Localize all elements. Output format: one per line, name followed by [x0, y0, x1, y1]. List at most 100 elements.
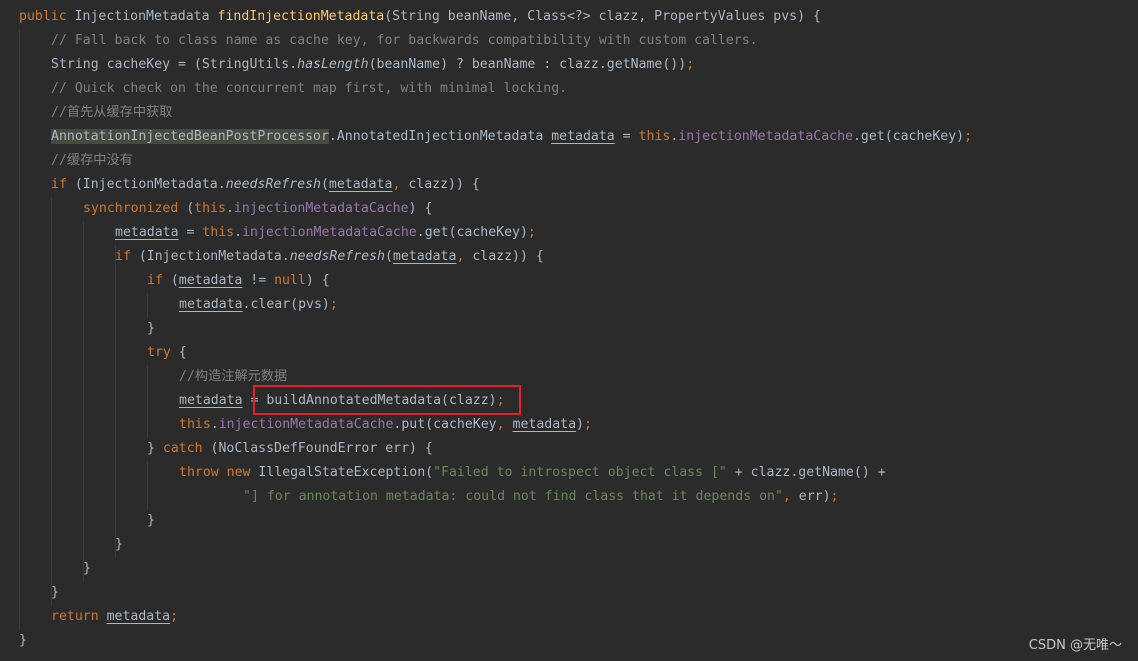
code-token: =: [178, 225, 203, 240]
indent-guide-line: [19, 29, 20, 629]
code-token: injectionMetadataCache: [218, 417, 394, 432]
code-token: ;: [583, 417, 592, 432]
code-token: if: [147, 273, 171, 288]
code-token: ) {: [408, 201, 433, 216]
code-token: }: [115, 537, 123, 552]
code-token: ): [576, 417, 584, 432]
code-token: ;: [170, 609, 179, 624]
code-line[interactable]: // Quick check on the concurrent map fir…: [51, 77, 567, 101]
code-token: (: [320, 177, 329, 192]
code-token: synchronized: [83, 201, 187, 216]
code-token: String cacheKey = (StringUtils.: [51, 57, 298, 72]
code-token: ;: [964, 129, 973, 144]
code-line[interactable]: public InjectionMetadata findInjectionMe…: [19, 5, 821, 29]
code-token: injectionMetadataCache: [242, 225, 417, 240]
code-token: }: [147, 321, 155, 336]
code-line[interactable]: } catch (NoClassDefFoundError err) {: [147, 437, 433, 461]
code-token: metadata: [179, 297, 243, 312]
code-token: (beanName) ? beanName : clazz.getName()): [368, 57, 687, 72]
code-line[interactable]: try {: [147, 341, 187, 365]
code-token: ,: [496, 417, 513, 432]
code-token: metadata: [106, 609, 171, 624]
code-token: needsRefresh: [289, 249, 385, 264]
code-token: AnnotationInjectedBeanPostProcessor: [51, 129, 329, 144]
code-token: if: [115, 249, 139, 264]
code-token: + clazz.getName() +: [726, 465, 886, 480]
code-line[interactable]: }: [147, 509, 155, 533]
indent-guide-line: [51, 197, 52, 605]
code-line[interactable]: throw new IllegalStateException("Failed …: [179, 461, 886, 485]
code-token: err): [798, 489, 831, 504]
code-token: return: [51, 609, 107, 624]
code-token: injectionMetadataCache: [678, 129, 853, 144]
code-token: .: [234, 225, 243, 240]
code-line[interactable]: // Fall back to class name as cache key,…: [51, 29, 758, 53]
code-line[interactable]: if (metadata != null) {: [147, 269, 330, 293]
code-token: !=: [242, 273, 275, 288]
code-line[interactable]: }: [19, 629, 27, 653]
code-token: this: [638, 129, 671, 144]
code-token: (InjectionMetadata.: [74, 177, 226, 192]
code-token: (: [384, 249, 393, 264]
watermark: CSDN @无唯～: [1028, 638, 1122, 653]
code-line[interactable]: }: [51, 581, 59, 605]
code-line[interactable]: //首先从缓存中获取: [51, 101, 172, 125]
code-token: "Failed to introspect object class [": [433, 465, 727, 480]
code-line[interactable]: this.injectionMetadataCache.put(cacheKey…: [179, 413, 592, 437]
code-token: IllegalStateException(: [258, 465, 434, 480]
indent-guide-line: [115, 245, 116, 557]
code-line[interactable]: if (InjectionMetadata.needsRefresh(metad…: [115, 245, 544, 269]
code-token: }: [147, 513, 155, 528]
code-token: metadata: [512, 417, 577, 432]
code-token: .: [225, 201, 234, 216]
code-token: metadata: [392, 249, 457, 264]
code-token: .get(cacheKey): [416, 225, 528, 240]
code-line[interactable]: }: [115, 533, 123, 557]
code-token: .clear(pvs): [242, 297, 330, 312]
code-token: findInjectionMetadata: [217, 9, 385, 24]
code-line[interactable]: AnnotationInjectedBeanPostProcessor.Anno…: [51, 125, 972, 149]
code-token: public: [19, 9, 75, 24]
code-line[interactable]: "] for annotation metadata: could not fi…: [243, 485, 839, 509]
code-token: metadata: [551, 129, 615, 144]
code-token: //首先从缓存中获取: [51, 105, 173, 120]
code-token: (: [186, 201, 195, 216]
code-line[interactable]: if (InjectionMetadata.needsRefresh(metad…: [51, 173, 480, 197]
code-token: clazz)) {: [472, 249, 544, 264]
code-token: ,: [392, 177, 409, 192]
code-token: .: [210, 417, 219, 432]
indent-guide-line: [83, 221, 84, 581]
code-token: // Fall back to class name as cache key,…: [51, 33, 758, 48]
code-token: .put(cacheKey: [393, 417, 497, 432]
code-token: metadata: [179, 393, 243, 408]
code-token: if: [51, 177, 75, 192]
code-line[interactable]: }: [147, 317, 155, 341]
code-token: .AnnotatedInjectionMetadata: [328, 129, 552, 144]
code-line[interactable]: return metadata;: [51, 605, 178, 629]
code-token: clazz)) {: [408, 177, 480, 192]
code-token: metadata: [115, 225, 179, 240]
code-line[interactable]: synchronized (this.injectionMetadataCach…: [83, 197, 432, 221]
code-token: needsRefresh: [225, 177, 321, 192]
code-line[interactable]: //缓存中没有: [51, 149, 133, 173]
code-token: (NoClassDefFoundError err) {: [210, 441, 433, 456]
code-token: InjectionMetadata: [74, 9, 218, 24]
code-token: this: [202, 225, 235, 240]
code-line[interactable]: metadata.clear(pvs);: [179, 293, 338, 317]
code-token: {: [178, 345, 187, 360]
code-token: try: [147, 345, 179, 360]
code-token: //缓存中没有: [51, 153, 133, 168]
code-line[interactable]: String cacheKey = (StringUtils.hasLength…: [51, 53, 694, 77]
code-token: ) {: [305, 273, 330, 288]
code-token: (InjectionMetadata.: [138, 249, 290, 264]
code-editor[interactable]: public InjectionMetadata findInjectionMe…: [0, 0, 1138, 661]
code-token: .get(cacheKey): [852, 129, 965, 144]
code-token: ;: [527, 225, 536, 240]
code-line[interactable]: metadata = this.injectionMetadataCache.g…: [115, 221, 536, 245]
code-token: ;: [830, 489, 839, 504]
code-token: injectionMetadataCache: [233, 201, 409, 216]
code-token: metadata: [328, 177, 393, 192]
code-token: //构造注解元数据: [179, 369, 288, 384]
code-token: ;: [686, 57, 695, 72]
code-line[interactable]: }: [83, 557, 91, 581]
